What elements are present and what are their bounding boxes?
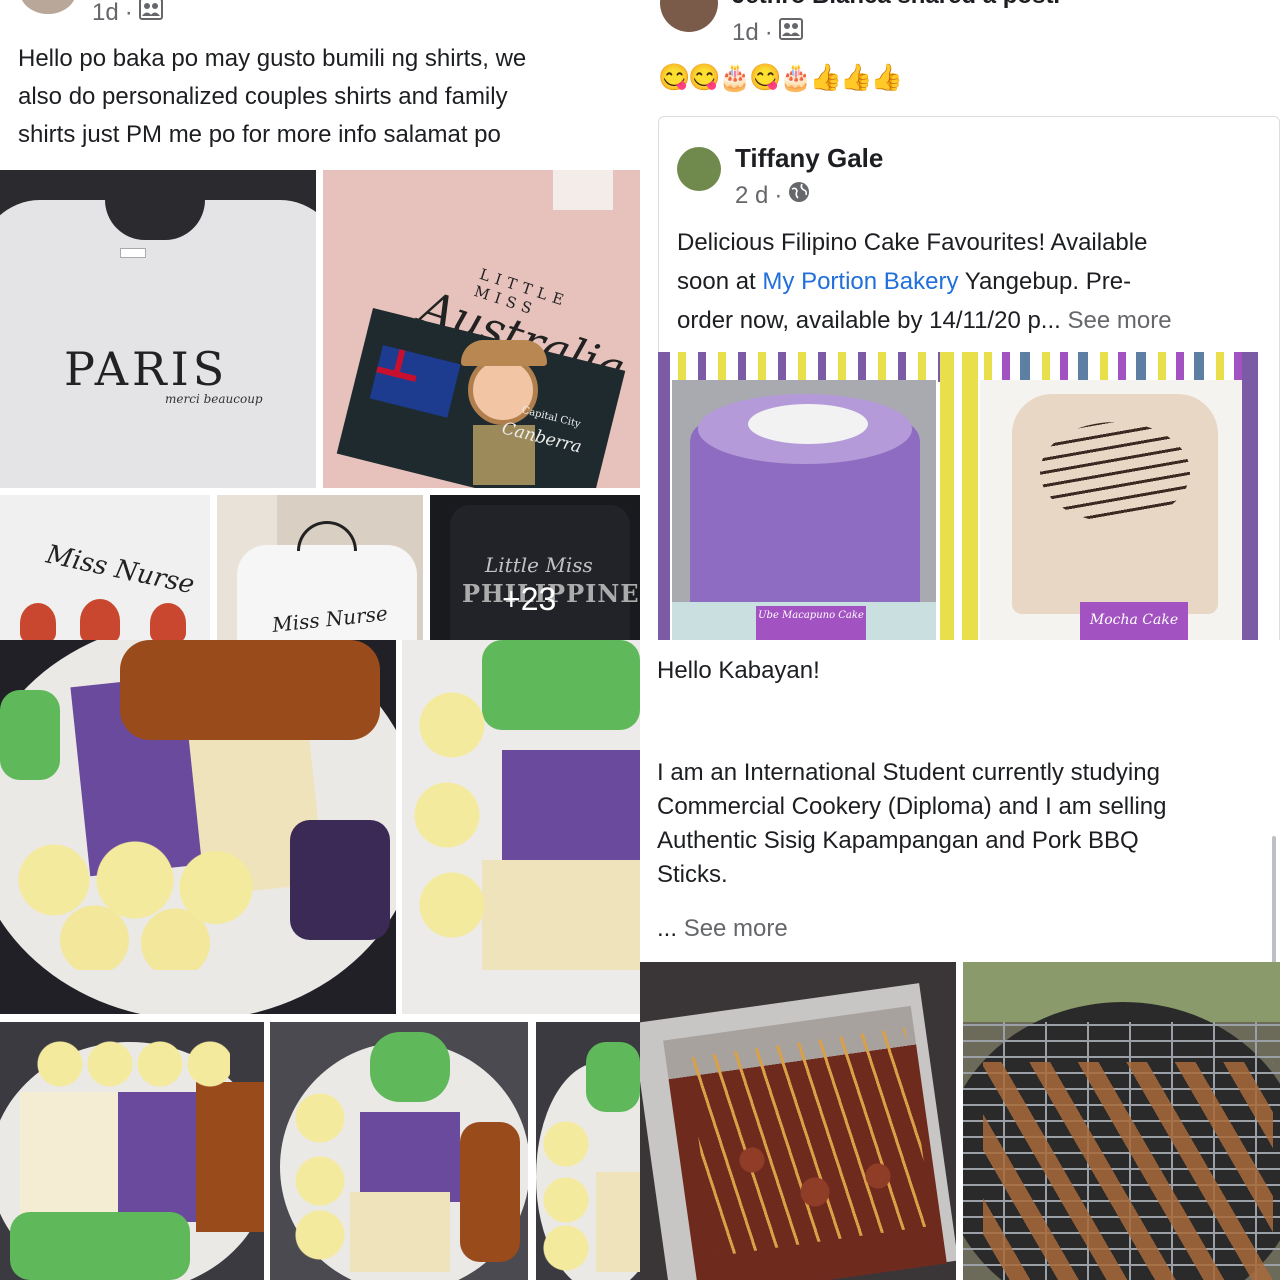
photo-bbq-sticks-packed[interactable] — [640, 962, 956, 1280]
post-shared-cakes: Jethro Blanca shared a post. 1d · 😋😋🎂😋🎂👍… — [640, 0, 1280, 640]
photo-paris-shirt[interactable]: PARIS merci beaucoup — [0, 170, 316, 488]
globe-icon — [788, 181, 810, 210]
post-header-partial: Jethro Blanca shared a post. — [732, 0, 1060, 10]
meta-dot: · — [764, 18, 773, 46]
photo-nurse-shirt[interactable]: Miss Nurse — [0, 495, 210, 640]
see-more-link[interactable]: See more — [1067, 307, 1171, 334]
post-emojis: 😋😋🎂😋🎂👍👍👍 — [658, 62, 903, 92]
bbq-text-line: Sticks. — [657, 861, 728, 888]
photo-australia-shirt[interactable]: LITTLE MISS Australia Capital City Canbe… — [323, 170, 640, 488]
photo-bbq-grill[interactable] — [963, 962, 1280, 1280]
post-bbq: Hello Kabayan! I am an International Stu… — [640, 640, 1280, 1280]
photo-ube-cake[interactable]: Ube Macapuno Cake — [658, 352, 954, 640]
post-text-line: also do personalized couples shirts and … — [18, 83, 508, 110]
see-more-link[interactable]: See more — [684, 915, 788, 942]
meta-dot: · — [774, 181, 783, 209]
bbq-text-line: Commercial Cookery (Diploma) and I am se… — [657, 793, 1167, 820]
post-text-line: Hello po baka po may gusto bumili ng shi… — [18, 45, 527, 72]
photo-nurse-shirt-hanger[interactable]: Miss Nurse — [217, 495, 423, 640]
shared-text-line: Delicious Filipino Cake Favourites! Avai… — [677, 229, 1148, 256]
bbq-see-more[interactable]: ... See more — [657, 910, 788, 948]
shared-text-post: Yangebup. Pre- — [958, 268, 1132, 295]
scrollbar[interactable] — [1272, 836, 1276, 966]
post-author-avatar[interactable] — [660, 0, 718, 32]
post-author-avatar[interactable] — [20, 0, 76, 14]
paris-subtext: merci beaucoup — [165, 392, 263, 406]
bakery-link[interactable]: My Portion Bakery — [762, 268, 958, 295]
bbq-text-line: I am an International Student currently … — [657, 759, 1160, 786]
post-meta: 1d · — [732, 18, 803, 47]
shared-author-avatar[interactable] — [677, 147, 721, 191]
meta-dot: · — [124, 0, 133, 26]
photo-kakanin-platter-2[interactable] — [402, 640, 640, 1014]
shared-meta: 2 d · — [735, 181, 810, 210]
more-photos-count[interactable]: +23 — [502, 581, 556, 618]
mocha-cake-label: Mocha Cake — [1080, 602, 1188, 640]
post-text-line: shirts just PM me po for more info salam… — [18, 121, 501, 148]
shared-text-pre: soon at — [677, 268, 763, 295]
photo-kakanin-platter-4[interactable] — [270, 1022, 528, 1280]
ube-cake-label: Ube Macapuno Cake — [756, 606, 866, 640]
post-meta: 1d · — [92, 0, 163, 27]
photo-kakanin-platter-3[interactable] — [0, 1022, 264, 1280]
friends-icon — [778, 18, 803, 47]
post-body: Hello po baka po may gusto bumili ng shi… — [18, 40, 628, 154]
shared-text-line-3: order now, available by 14/11/20 p... Se… — [677, 301, 1277, 340]
photo-kakanin-platter-5[interactable] — [536, 1022, 640, 1280]
paris-print: PARIS — [64, 342, 229, 396]
more-photos-overlay[interactable] — [430, 495, 640, 640]
shared-author-name[interactable]: Tiffany Gale — [735, 143, 883, 174]
post-time[interactable]: 1d — [732, 19, 759, 47]
post-shirts: 1d · Hello po baka po may gusto bumili n… — [0, 0, 640, 640]
shared-text-line-2: soon at My Portion Bakery Yangebup. Pre- — [677, 262, 1277, 301]
see-more-prefix: ... — [657, 915, 678, 942]
shared-text-line3: order now, available by 14/11/20 p... — [677, 307, 1061, 334]
bbq-post-greeting: Hello Kabayan! — [657, 657, 820, 684]
photo-philippines-shirt[interactable]: Little Miss PHILIPPINES +23 — [430, 495, 640, 640]
shared-time[interactable]: 2 d — [735, 182, 768, 210]
ube-cake-label-text: Ube Macapuno Cake — [758, 610, 864, 621]
shared-post-body: Delicious Filipino Cake Favourites! Avai… — [677, 223, 1277, 340]
nurse-print: Miss Nurse — [43, 539, 198, 601]
post-kakanin-photos — [0, 640, 640, 1280]
photo-kakanin-platter-1[interactable] — [0, 640, 396, 1014]
bbq-post-body: I am an International Student currently … — [657, 756, 1257, 892]
mocha-cake-label-text: Mocha Cake — [1089, 612, 1179, 628]
friends-icon — [138, 0, 163, 27]
photo-mocha-cake[interactable]: Mocha Cake — [962, 352, 1258, 640]
bbq-text-line: Authentic Sisig Kapampangan and Pork BBQ — [657, 827, 1139, 854]
post-time[interactable]: 1d — [92, 0, 119, 27]
